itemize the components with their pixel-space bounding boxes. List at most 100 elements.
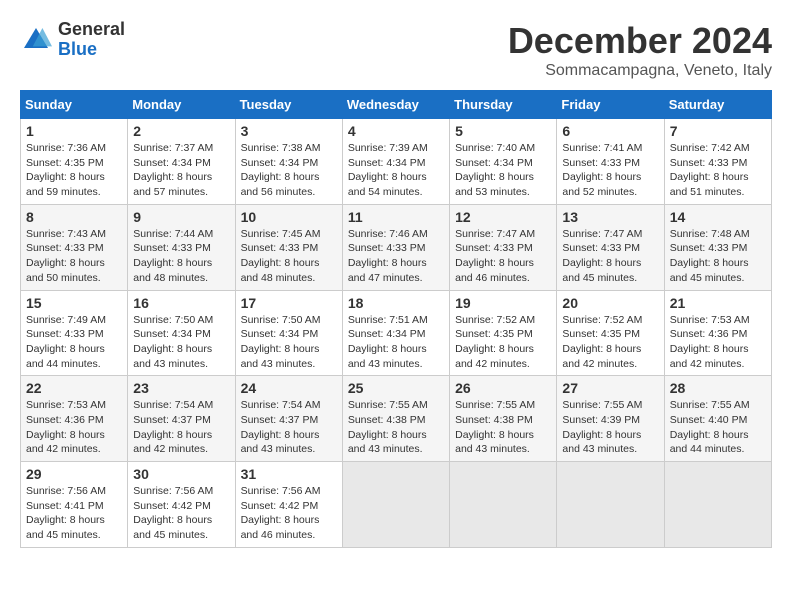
day-number: 3: [241, 123, 337, 139]
calendar-cell: 22 Sunrise: 7:53 AMSunset: 4:36 PMDayligh…: [21, 376, 128, 462]
calendar-cell: 29 Sunrise: 7:56 AMSunset: 4:41 PMDayligh…: [21, 462, 128, 548]
day-number: 20: [562, 295, 658, 311]
weekday-header-wednesday: Wednesday: [342, 91, 449, 119]
cell-text: Sunrise: 7:37 AMSunset: 4:34 PMDaylight:…: [133, 141, 229, 200]
calendar-cell: 16Sunrise: 7:50 AMSunset: 4:34 PMDayligh…: [128, 290, 235, 376]
cell-text: Sunrise: 7:54 AMSunset: 4:37 PMDaylight:…: [133, 398, 229, 457]
calendar-cell: 28 Sunrise: 7:55 AMSunset: 4:40 PMDayligh…: [664, 376, 771, 462]
day-number: 29: [26, 466, 122, 482]
calendar-cell: 27Sunrise: 7:55 AMSunset: 4:39 PMDayligh…: [557, 376, 664, 462]
calendar-cell: 14 Sunrise: 7:48 AMSunset: 4:33 PMDayligh…: [664, 204, 771, 290]
weekday-header-row: SundayMondayTuesdayWednesdayThursdayFrid…: [21, 91, 772, 119]
day-number: 5: [455, 123, 551, 139]
title-section: December 2024 Sommacampagna, Veneto, Ita…: [508, 20, 772, 80]
day-number: 28: [670, 380, 766, 396]
calendar-cell: 5 Sunrise: 7:40 AMSunset: 4:34 PMDaylight…: [450, 119, 557, 205]
cell-text: Sunrise: 7:48 AMSunset: 4:33 PMDaylight:…: [670, 227, 766, 286]
cell-text: Sunrise: 7:46 AMSunset: 4:33 PMDaylight:…: [348, 227, 444, 286]
cell-text: Sunrise: 7:53 AMSunset: 4:36 PMDaylight:…: [670, 313, 766, 372]
location-subtitle: Sommacampagna, Veneto, Italy: [508, 62, 772, 80]
week-row-3: 15Sunrise: 7:49 AMSunset: 4:33 PMDayligh…: [21, 290, 772, 376]
day-number: 11: [348, 209, 444, 225]
cell-text: Sunrise: 7:38 AMSunset: 4:34 PMDaylight:…: [241, 141, 337, 200]
cell-text: Sunrise: 7:47 AMSunset: 4:33 PMDaylight:…: [455, 227, 551, 286]
cell-text: Sunrise: 7:54 AMSunset: 4:37 PMDaylight:…: [241, 398, 337, 457]
week-row-4: 22 Sunrise: 7:53 AMSunset: 4:36 PMDayligh…: [21, 376, 772, 462]
calendar-cell: 7 Sunrise: 7:42 AMSunset: 4:33 PMDaylight…: [664, 119, 771, 205]
logo: General Blue: [20, 20, 125, 60]
cell-text: Sunrise: 7:53 AMSunset: 4:36 PMDaylight:…: [26, 398, 122, 457]
calendar-cell: 4 Sunrise: 7:39 AMSunset: 4:34 PMDaylight…: [342, 119, 449, 205]
day-number: 12: [455, 209, 551, 225]
cell-text: Sunrise: 7:55 AMSunset: 4:38 PMDaylight:…: [348, 398, 444, 457]
calendar-cell: 31 Sunrise: 7:56 AMSunset: 4:42 PMDayligh…: [235, 462, 342, 548]
calendar-cell: 23Sunrise: 7:54 AMSunset: 4:37 PMDayligh…: [128, 376, 235, 462]
calendar-cell: 20 Sunrise: 7:52 AMSunset: 4:35 PMDayligh…: [557, 290, 664, 376]
calendar-cell: 18Sunrise: 7:51 AMSunset: 4:34 PMDayligh…: [342, 290, 449, 376]
header: General Blue December 2024 Sommacampagna…: [20, 20, 772, 80]
month-title: December 2024: [508, 20, 772, 62]
day-number: 8: [26, 209, 122, 225]
cell-text: Sunrise: 7:42 AMSunset: 4:33 PMDaylight:…: [670, 141, 766, 200]
calendar-cell: 2 Sunrise: 7:37 AMSunset: 4:34 PMDaylight…: [128, 119, 235, 205]
weekday-header-monday: Monday: [128, 91, 235, 119]
day-number: 7: [670, 123, 766, 139]
week-row-5: 29 Sunrise: 7:56 AMSunset: 4:41 PMDayligh…: [21, 462, 772, 548]
calendar-cell: 21Sunrise: 7:53 AMSunset: 4:36 PMDayligh…: [664, 290, 771, 376]
cell-text: Sunrise: 7:55 AMSunset: 4:40 PMDaylight:…: [670, 398, 766, 457]
cell-text: Sunrise: 7:51 AMSunset: 4:34 PMDaylight:…: [348, 313, 444, 372]
cell-text: Sunrise: 7:56 AMSunset: 4:42 PMDaylight:…: [133, 484, 229, 543]
logo-text: General Blue: [58, 20, 125, 60]
calendar-cell: 25 Sunrise: 7:55 AMSunset: 4:38 PMDayligh…: [342, 376, 449, 462]
cell-text: Sunrise: 7:44 AMSunset: 4:33 PMDaylight:…: [133, 227, 229, 286]
cell-text: Sunrise: 7:56 AMSunset: 4:42 PMDaylight:…: [241, 484, 337, 543]
day-number: 4: [348, 123, 444, 139]
week-row-1: 1Sunrise: 7:36 AMSunset: 4:35 PMDaylight…: [21, 119, 772, 205]
weekday-header-tuesday: Tuesday: [235, 91, 342, 119]
day-number: 2: [133, 123, 229, 139]
weekday-header-thursday: Thursday: [450, 91, 557, 119]
cell-text: Sunrise: 7:55 AMSunset: 4:38 PMDaylight:…: [455, 398, 551, 457]
calendar-cell: 3 Sunrise: 7:38 AMSunset: 4:34 PMDaylight…: [235, 119, 342, 205]
weekday-header-friday: Friday: [557, 91, 664, 119]
calendar-cell: [557, 462, 664, 548]
day-number: 16: [133, 295, 229, 311]
day-number: 9: [133, 209, 229, 225]
day-number: 24: [241, 380, 337, 396]
day-number: 6: [562, 123, 658, 139]
calendar-cell: 11 Sunrise: 7:46 AMSunset: 4:33 PMDayligh…: [342, 204, 449, 290]
calendar-cell: 19Sunrise: 7:52 AMSunset: 4:35 PMDayligh…: [450, 290, 557, 376]
calendar-table: SundayMondayTuesdayWednesdayThursdayFrid…: [20, 90, 772, 548]
calendar-cell: 6 Sunrise: 7:41 AMSunset: 4:33 PMDaylight…: [557, 119, 664, 205]
day-number: 30: [133, 466, 229, 482]
day-number: 17: [241, 295, 337, 311]
calendar-cell: 17Sunrise: 7:50 AMSunset: 4:34 PMDayligh…: [235, 290, 342, 376]
calendar-cell: [342, 462, 449, 548]
calendar-cell: 8Sunrise: 7:43 AMSunset: 4:33 PMDaylight…: [21, 204, 128, 290]
day-number: 13: [562, 209, 658, 225]
day-number: 31: [241, 466, 337, 482]
logo-general: General: [58, 20, 125, 40]
calendar-cell: [450, 462, 557, 548]
calendar-cell: 24 Sunrise: 7:54 AMSunset: 4:37 PMDayligh…: [235, 376, 342, 462]
cell-text: Sunrise: 7:41 AMSunset: 4:33 PMDaylight:…: [562, 141, 658, 200]
calendar-cell: 15Sunrise: 7:49 AMSunset: 4:33 PMDayligh…: [21, 290, 128, 376]
cell-text: Sunrise: 7:40 AMSunset: 4:34 PMDaylight:…: [455, 141, 551, 200]
cell-text: Sunrise: 7:52 AMSunset: 4:35 PMDaylight:…: [562, 313, 658, 372]
cell-text: Sunrise: 7:56 AMSunset: 4:41 PMDaylight:…: [26, 484, 122, 543]
calendar-cell: 10Sunrise: 7:45 AMSunset: 4:33 PMDayligh…: [235, 204, 342, 290]
week-row-2: 8Sunrise: 7:43 AMSunset: 4:33 PMDaylight…: [21, 204, 772, 290]
cell-text: Sunrise: 7:39 AMSunset: 4:34 PMDaylight:…: [348, 141, 444, 200]
day-number: 25: [348, 380, 444, 396]
calendar-cell: 13Sunrise: 7:47 AMSunset: 4:33 PMDayligh…: [557, 204, 664, 290]
cell-text: Sunrise: 7:45 AMSunset: 4:33 PMDaylight:…: [241, 227, 337, 286]
day-number: 26: [455, 380, 551, 396]
day-number: 22: [26, 380, 122, 396]
cell-text: Sunrise: 7:49 AMSunset: 4:33 PMDaylight:…: [26, 313, 122, 372]
calendar-cell: 9 Sunrise: 7:44 AMSunset: 4:33 PMDaylight…: [128, 204, 235, 290]
cell-text: Sunrise: 7:55 AMSunset: 4:39 PMDaylight:…: [562, 398, 658, 457]
day-number: 19: [455, 295, 551, 311]
weekday-header-saturday: Saturday: [664, 91, 771, 119]
day-number: 14: [670, 209, 766, 225]
calendar-cell: 12 Sunrise: 7:47 AMSunset: 4:33 PMDayligh…: [450, 204, 557, 290]
